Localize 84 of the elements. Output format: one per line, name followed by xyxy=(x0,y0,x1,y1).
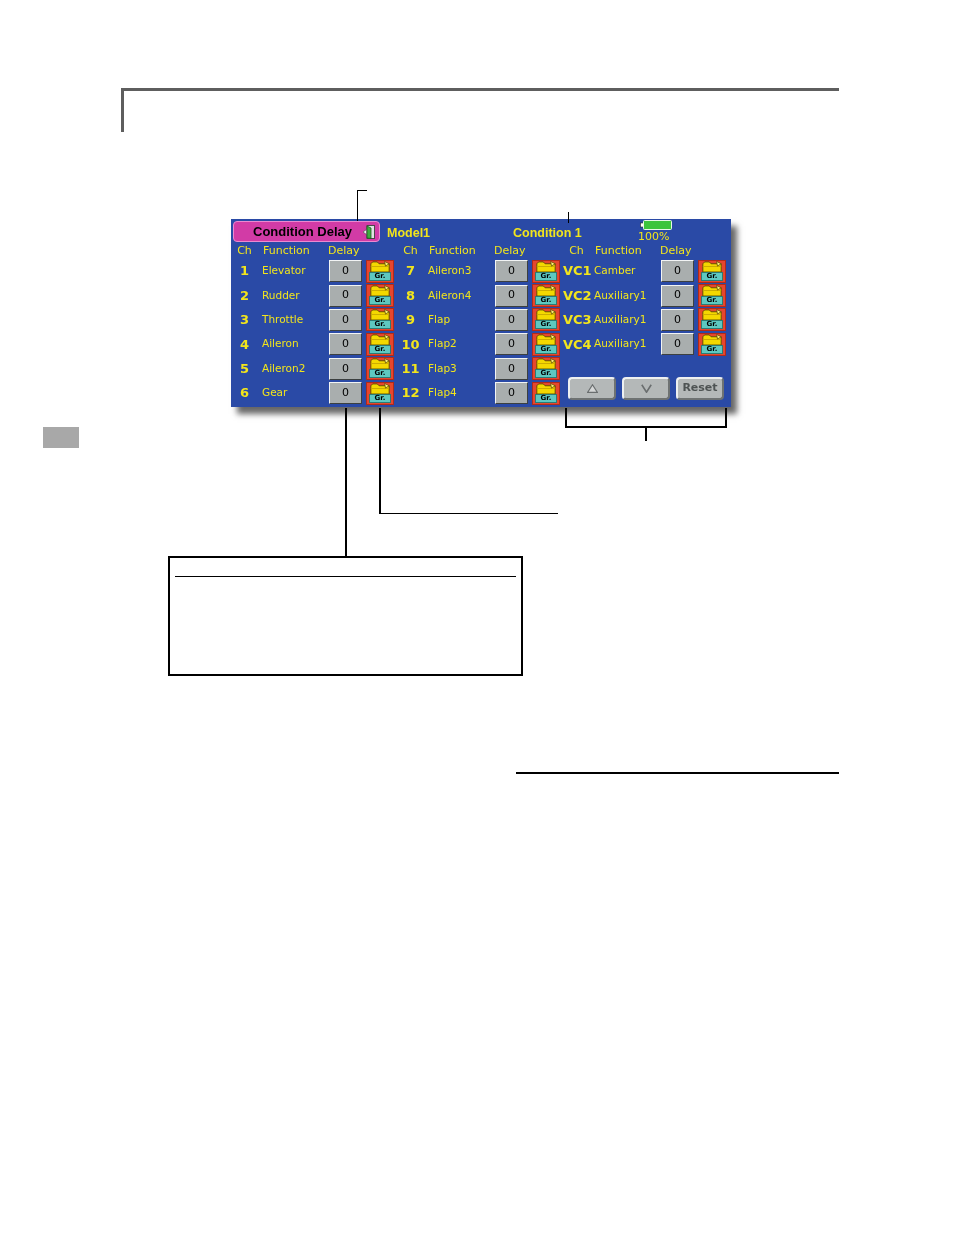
condition-name: Condition 1 xyxy=(513,225,583,242)
delay-field[interactable]: 0 xyxy=(661,260,694,283)
delay-field[interactable]: 0 xyxy=(495,284,528,307)
channel-number: 12 xyxy=(400,384,421,403)
folder-icon xyxy=(369,358,391,370)
delay-field[interactable]: 0 xyxy=(495,333,528,356)
delay-field[interactable]: 0 xyxy=(495,357,528,380)
delay-field[interactable]: 0 xyxy=(661,284,694,307)
folder-icon xyxy=(535,309,557,321)
function-name: Aileron xyxy=(261,336,300,352)
function-name: Aileron2 xyxy=(261,360,307,376)
function-name: Auxiliary1 xyxy=(593,287,648,303)
function-name: Flap3 xyxy=(427,360,458,376)
leader-line xyxy=(568,212,569,223)
column-header: Delay xyxy=(494,242,526,259)
column-header: Function xyxy=(262,242,311,259)
delay-field[interactable]: 0 xyxy=(329,382,362,405)
delay-field[interactable]: 0 xyxy=(661,308,694,331)
door-icon[interactable] xyxy=(363,224,375,239)
channel-number: 10 xyxy=(400,335,421,354)
function-name: Camber xyxy=(593,263,637,279)
function-name: Aileron3 xyxy=(427,263,473,279)
folder-icon xyxy=(701,333,723,345)
folder-icon xyxy=(535,358,557,370)
delay-field[interactable]: 0 xyxy=(329,333,362,356)
channel-number: VC1 xyxy=(563,262,590,281)
function-name: Elevator xyxy=(261,263,307,279)
function-name: Flap4 xyxy=(427,385,458,401)
delay-field[interactable]: 0 xyxy=(495,260,528,283)
folder-icon xyxy=(701,285,723,297)
channel-number: 9 xyxy=(404,311,416,330)
channel-number: 8 xyxy=(404,286,416,305)
column-header: Ch xyxy=(568,242,585,259)
channel-number: 6 xyxy=(238,384,250,403)
folder-icon xyxy=(369,309,391,321)
folder-icon xyxy=(701,309,723,321)
delay-field[interactable]: 0 xyxy=(495,308,528,331)
function-name: Aileron4 xyxy=(427,287,473,303)
channel-number: 2 xyxy=(238,286,250,305)
screen-title: Condition Delay xyxy=(252,222,353,241)
folder-icon xyxy=(369,333,391,345)
function-name: Rudder xyxy=(261,287,301,303)
triangle-up-icon xyxy=(586,383,598,393)
folder-icon xyxy=(535,382,557,394)
folder-icon xyxy=(369,260,391,272)
function-name: Throttle xyxy=(261,312,305,328)
margin-marker xyxy=(43,427,79,448)
channel-number: VC4 xyxy=(563,335,590,354)
leader-line xyxy=(357,190,367,221)
delay-field[interactable]: 0 xyxy=(329,284,362,307)
column-header: Ch xyxy=(402,242,419,259)
column-header: Delay xyxy=(660,242,692,259)
channel-number: 5 xyxy=(238,360,250,378)
function-name: Gear xyxy=(261,385,289,401)
channel-number: 4 xyxy=(238,335,250,354)
battery-reading: 100% xyxy=(638,230,670,243)
folder-icon xyxy=(535,260,557,272)
function-name: Flap xyxy=(427,312,452,328)
chevron-down-icon xyxy=(640,383,652,393)
folder-icon xyxy=(535,333,557,345)
function-name: Auxiliary1 xyxy=(593,312,648,328)
column-header: Function xyxy=(594,242,643,259)
channel-number: VC2 xyxy=(563,286,590,305)
column-header: Delay xyxy=(328,242,360,259)
function-name: Auxiliary1 xyxy=(593,336,648,352)
delay-field[interactable]: 0 xyxy=(329,357,362,380)
folder-icon xyxy=(369,382,391,394)
delay-field[interactable]: 0 xyxy=(329,308,362,331)
function-name: Flap2 xyxy=(427,336,458,352)
model-name: Model1 xyxy=(387,225,432,242)
folder-icon xyxy=(369,285,391,297)
channel-number: 7 xyxy=(404,262,416,281)
channel-number: 11 xyxy=(400,360,421,378)
column-header: Function xyxy=(428,242,477,259)
folder-icon xyxy=(535,285,557,297)
delay-field[interactable]: 0 xyxy=(329,260,362,283)
channel-number: 3 xyxy=(238,311,250,330)
delay-field[interactable]: 0 xyxy=(495,382,528,405)
delay-field[interactable]: 0 xyxy=(661,333,694,356)
channel-number: VC3 xyxy=(563,311,590,330)
column-header: Ch xyxy=(236,242,253,259)
battery-icon xyxy=(640,220,672,230)
channel-number: 1 xyxy=(238,262,250,281)
folder-icon xyxy=(701,260,723,272)
